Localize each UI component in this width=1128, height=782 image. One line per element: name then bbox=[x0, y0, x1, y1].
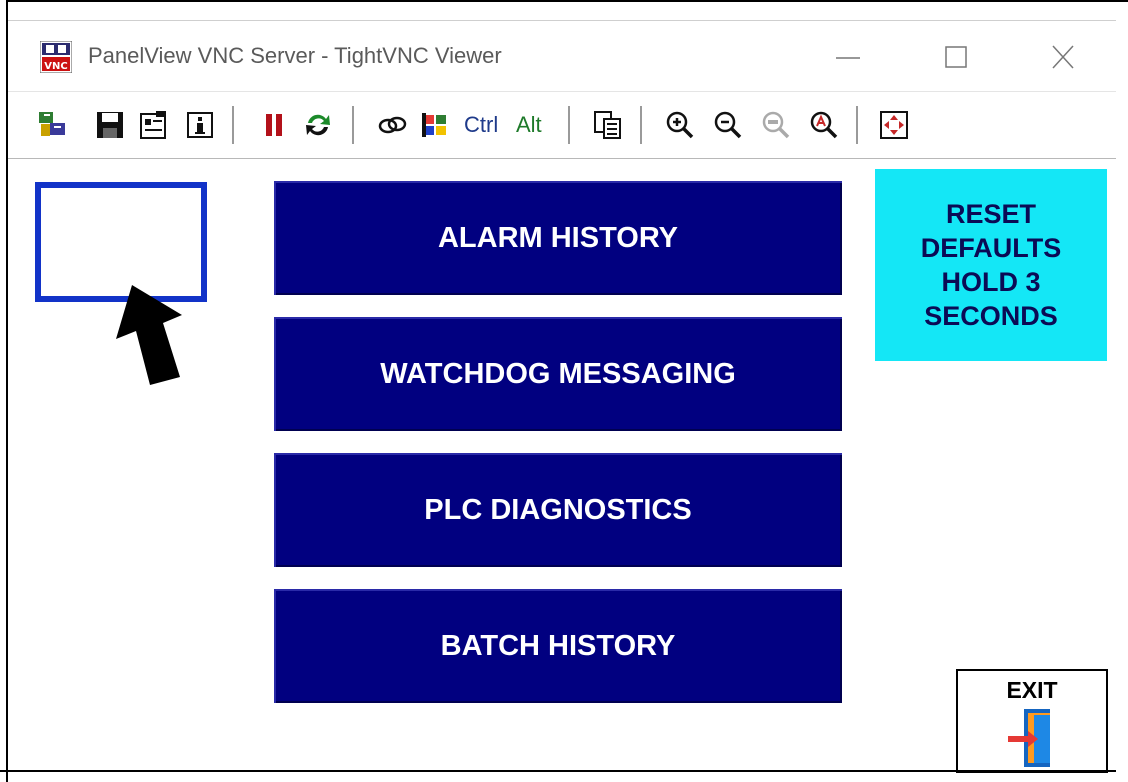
toolbar: Ctrl Alt bbox=[8, 91, 1116, 160]
toolbar-separator bbox=[232, 106, 234, 144]
vnc-viewer-window: VNC PanelView VNC Server - TightVNC View… bbox=[8, 20, 1116, 773]
vnc-icon: VNC bbox=[39, 40, 73, 74]
exit-label: EXIT bbox=[1006, 677, 1058, 703]
title-bar: VNC PanelView VNC Server - TightVNC View… bbox=[8, 21, 1116, 91]
zoom-auto-icon[interactable] bbox=[808, 109, 840, 141]
exit-button[interactable]: EXIT bbox=[956, 669, 1108, 773]
toolbar-separator bbox=[568, 106, 570, 144]
fullscreen-icon[interactable] bbox=[878, 109, 910, 141]
plc-diagnostics-button[interactable]: PLC DIAGNOSTICS bbox=[274, 453, 842, 567]
alarm-history-button[interactable]: ALARM HISTORY bbox=[274, 181, 842, 295]
svg-text:VNC: VNC bbox=[44, 61, 67, 72]
batch-history-button[interactable]: BATCH HISTORY bbox=[274, 589, 842, 703]
toolbar-separator bbox=[640, 106, 642, 144]
zoom-100-icon[interactable] bbox=[760, 109, 792, 141]
info-icon[interactable] bbox=[184, 109, 216, 141]
reset-line-2: DEFAULTS bbox=[920, 233, 1062, 263]
bottom-border bbox=[0, 770, 1116, 772]
zoom-out-icon[interactable] bbox=[712, 109, 744, 141]
save-icon[interactable] bbox=[94, 109, 126, 141]
close-button[interactable] bbox=[1043, 39, 1083, 75]
options-icon[interactable] bbox=[138, 109, 170, 141]
ctrl-alt-del-icon[interactable] bbox=[376, 109, 408, 141]
toolbar-separator bbox=[856, 106, 858, 144]
window-title: PanelView VNC Server - TightVNC Viewer bbox=[88, 43, 502, 68]
maximize-button[interactable] bbox=[936, 39, 976, 75]
highlight-box[interactable] bbox=[35, 182, 207, 302]
clipboard-icon[interactable] bbox=[592, 109, 624, 141]
pause-icon[interactable] bbox=[258, 109, 290, 141]
reset-line-3: HOLD 3 bbox=[941, 267, 1041, 297]
toolbar-separator bbox=[352, 106, 354, 144]
ctrl-button[interactable]: Ctrl bbox=[464, 112, 498, 138]
alt-button[interactable]: Alt bbox=[516, 112, 542, 138]
pointer-arrow-icon bbox=[116, 285, 182, 385]
reset-line-4: SECONDS bbox=[924, 301, 1058, 331]
screenshot-border-top bbox=[6, 0, 1128, 2]
exit-door-icon bbox=[1008, 709, 1050, 767]
panelview-screen: ALARM HISTORY WATCHDOG MESSAGING PLC DIA… bbox=[8, 159, 1116, 773]
new-connection-icon[interactable] bbox=[36, 109, 68, 141]
reset-defaults-button[interactable]: RESET DEFAULTS HOLD 3 SECONDS bbox=[875, 169, 1107, 361]
minimize-button[interactable] bbox=[828, 39, 868, 75]
start-menu-icon[interactable] bbox=[420, 109, 452, 141]
refresh-icon[interactable] bbox=[302, 109, 334, 141]
watchdog-messaging-button[interactable]: WATCHDOG MESSAGING bbox=[274, 317, 842, 431]
reset-line-1: RESET bbox=[945, 199, 1037, 229]
zoom-in-icon[interactable] bbox=[664, 109, 696, 141]
